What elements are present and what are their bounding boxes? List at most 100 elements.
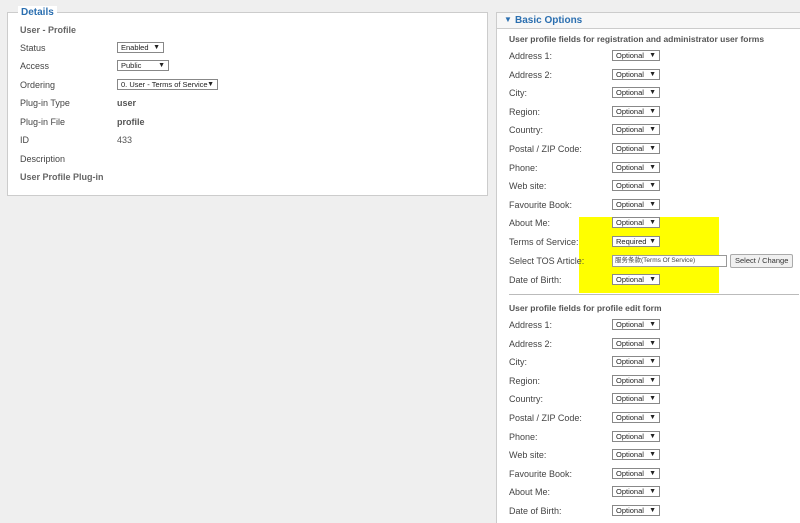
registration-field-row: Country: Optional ▼ [509, 122, 799, 138]
chevron-down-icon: ▼ [649, 107, 656, 115]
profile-field-label: Country: [509, 394, 544, 405]
chevron-down-icon: ▼ [649, 200, 656, 208]
registration-field-select[interactable]: Required ▼ [612, 236, 660, 247]
profile-field-select[interactable]: Optional ▼ [612, 356, 660, 368]
profile-field-label: About Me: [509, 487, 551, 498]
chevron-down-icon: ▼ [649, 52, 656, 59]
profile-field-select[interactable]: Optional ▼ [612, 337, 660, 349]
description-text: User Profile Plug-in [20, 172, 104, 182]
registration-field-select[interactable]: Optional ▼ [612, 143, 660, 154]
chevron-down-icon: ▼ [153, 44, 160, 51]
registration-field-label: Address 2: [509, 69, 553, 80]
profile-field-select[interactable]: Optional ▼ [612, 449, 660, 461]
profile-section-title: User profile fields for profile edit for… [509, 303, 662, 313]
chevron-down-icon: ▼ [649, 451, 656, 459]
registration-field-select[interactable]: Optional ▼ [612, 161, 660, 173]
profile-field-row: Postal / ZIP Code: Optional ▼ [509, 410, 799, 426]
details-panel: Details User - Profile Status Enabled ▼ A… [7, 6, 488, 196]
registration-field-row: Postal / ZIP Code: Optional ▼ [509, 141, 799, 157]
profile-field-select[interactable]: Optional ▼ [612, 319, 660, 330]
profile-field-label: Address 2: [509, 338, 553, 349]
tos-article-input[interactable]: 服务条款(Terms Of Service) [612, 255, 727, 267]
registration-field-select[interactable]: Optional ▼ [612, 124, 660, 136]
chevron-down-icon: ▼ [649, 488, 656, 496]
profile-field-label: Postal / ZIP Code: [509, 413, 582, 423]
registration-field-select[interactable]: Optional ▼ [612, 87, 660, 99]
registration-field-label: Postal / ZIP Code: [509, 144, 582, 154]
profile-field-select[interactable]: Optional ▼ [612, 505, 660, 516]
registration-field-label: Favourite Book: [509, 199, 573, 210]
chevron-down-icon: ▼ [649, 507, 656, 514]
chevron-down-icon: ▼ [649, 126, 656, 134]
chevron-down-icon: ▼ [649, 376, 656, 384]
registration-section-title: User profile fields for registration and… [509, 34, 765, 44]
profile-field-select[interactable]: Optional ▼ [612, 412, 660, 423]
status-label: Status [20, 43, 46, 53]
chevron-down-icon: ▼ [158, 62, 165, 69]
tos-article-row: Select TOS Article: 服务条款(Terms Of Servic… [509, 253, 799, 269]
registration-field-select[interactable]: Optional ▼ [612, 105, 660, 117]
select-change-button[interactable]: Select / Change [730, 254, 794, 268]
registration-field-label: Address 1: [509, 51, 553, 61]
chevron-down-icon: ▼ [649, 432, 656, 440]
chevron-down-icon: ▼ [649, 163, 656, 171]
chevron-down-icon: ▼ [649, 339, 656, 347]
profile-field-row: Address 2: Optional ▼ [509, 336, 799, 352]
ordering-select[interactable]: 0. User - Terms of Service ▼ [117, 79, 218, 90]
profile-field-select[interactable]: Optional ▼ [612, 486, 660, 498]
profile-field-select[interactable]: Optional ▼ [612, 467, 660, 479]
registration-field-row: Region: Optional ▼ [509, 104, 799, 120]
registration-field-select[interactable]: Optional ▼ [612, 68, 660, 80]
registration-field-select[interactable]: Optional ▼ [612, 217, 660, 229]
registration-field-label: Phone: [509, 162, 538, 173]
chevron-down-icon: ▼ [649, 89, 656, 97]
profile-field-select[interactable]: Optional ▼ [612, 374, 660, 386]
plugin-type-value: user [117, 98, 137, 108]
registration-field-select[interactable]: Optional ▼ [612, 50, 660, 61]
registration-field-row: Address 2: Optional ▼ [509, 67, 799, 83]
registration-field-label: Terms of Service: [509, 237, 579, 247]
profile-field-label: Address 1: [509, 320, 553, 330]
basic-options-content: User profile fields for registration and… [496, 12, 800, 523]
description-label: Description [20, 154, 66, 164]
chevron-down-icon: ▼ [649, 219, 656, 227]
ordering-label: Ordering [20, 80, 56, 90]
profile-field-label: Phone: [509, 431, 538, 442]
profile-field-row: City: Optional ▼ [509, 354, 799, 370]
profile-field-row: About Me: Optional ▼ [509, 484, 799, 500]
chevron-down-icon: ▼ [207, 81, 214, 88]
chevron-down-icon: ▼ [649, 70, 656, 78]
tos-article-label: Select TOS Article: [509, 256, 585, 266]
profile-field-row: Web site: Optional ▼ [509, 447, 799, 463]
chevron-down-icon: ▼ [649, 469, 656, 477]
registration-field-row: Phone: Optional ▼ [509, 160, 799, 176]
chevron-down-icon: ▼ [649, 276, 656, 283]
registration-field-label: Country: [509, 125, 544, 136]
profile-field-select[interactable]: Optional ▼ [612, 430, 660, 442]
profile-field-select[interactable]: Optional ▼ [612, 393, 660, 405]
profile-field-label: City: [509, 357, 527, 368]
dob-row: Date of Birth: Optional ▼ [509, 272, 799, 288]
access-select[interactable]: Public ▼ [117, 60, 169, 71]
profile-field-row: Favourite Book: Optional ▼ [509, 466, 799, 482]
registration-field-select[interactable]: Optional ▼ [612, 198, 660, 210]
id-value: 433 [117, 135, 133, 145]
profile-field-row: Phone: Optional ▼ [509, 429, 799, 445]
chevron-down-icon: ▼ [649, 321, 656, 328]
registration-field-row: Favourite Book: Optional ▼ [509, 197, 799, 213]
status-select[interactable]: Enabled ▼ [117, 42, 164, 53]
registration-field-select[interactable]: Optional ▼ [612, 180, 660, 192]
dob-select[interactable]: Optional ▼ [612, 274, 660, 285]
profile-field-label: Web site: [509, 450, 547, 461]
registration-field-row: City: Optional ▼ [509, 85, 799, 101]
registration-field-label: About Me: [509, 218, 551, 229]
profile-field-label: Date of Birth: [509, 506, 562, 516]
plugin-file-label: Plug-in File [20, 117, 66, 127]
chevron-down-icon: ▼ [649, 145, 656, 152]
registration-field-label: Region: [509, 106, 541, 117]
chevron-down-icon: ▼ [649, 414, 656, 421]
profile-field-label: Favourite Book: [509, 468, 573, 479]
registration-field-row: Terms of Service: Required ▼ [509, 234, 799, 250]
profile-field-row: Region: Optional ▼ [509, 373, 799, 389]
registration-field-label: City: [509, 88, 527, 99]
